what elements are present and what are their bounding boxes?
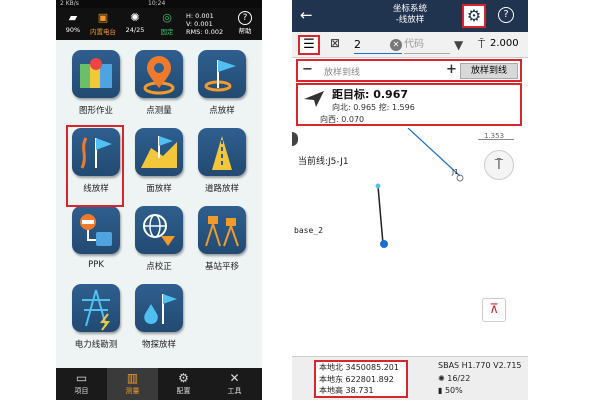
antenna-height[interactable]: 2.000 (490, 38, 519, 49)
nav-survey[interactable]: ▥ 测量 (107, 368, 158, 400)
tile-base-shift[interactable]: 基站平移 (192, 206, 252, 278)
code-input[interactable]: 代码 (404, 36, 450, 54)
tile-graphic-work[interactable]: 图形作业 (66, 50, 126, 122)
bottom-nav: ▭ 项目 ▥ 测量 ⚙ 配置 ✕ 工具 (56, 368, 262, 400)
area-icon (135, 128, 183, 176)
tile-geophysical-stakeout[interactable]: 物探放样 (129, 284, 189, 356)
tile-point-survey[interactable]: 点测量 (129, 50, 189, 122)
nav-config[interactable]: ⚙ 配置 (158, 368, 209, 400)
status-bar: 2 KB/s 10:24 (56, 0, 262, 8)
settings-button[interactable]: ⚙ (462, 4, 486, 28)
radio-button[interactable]: ▣ 内置电台 (86, 10, 120, 38)
flag-icon (198, 50, 246, 98)
stakeout-input[interactable]: 放样到线 (324, 65, 360, 78)
track-line (377, 185, 384, 245)
tile-ppk[interactable]: PPK (66, 206, 126, 278)
folder-icon: ▭ (75, 371, 88, 385)
satellite-button[interactable]: ✺ 24/25 (118, 10, 152, 38)
survey-icon: ▥ (126, 371, 139, 385)
road-icon (198, 128, 246, 176)
current-line-label: 当前线:J5-J1 (298, 157, 349, 167)
satellite-readout: ✺ 16/22 (438, 374, 471, 383)
nav-project[interactable]: ▭ 项目 (56, 368, 107, 400)
fix-icon: ◎ (162, 11, 172, 24)
local-east: 本地东 622801.892 (319, 374, 394, 384)
help-icon: ? (238, 11, 252, 25)
stake-icon: ⊼ (489, 302, 499, 317)
point-label-j1: J1 (452, 168, 459, 176)
satellite-icon: ✺ (130, 11, 140, 24)
tile-area-stakeout[interactable]: 面放样 (129, 128, 189, 200)
clock: 10:24 (148, 0, 166, 7)
north-dig-readout: 向北: 0.965 挖: 1.596 (332, 103, 415, 112)
gear-icon: ⚙ (178, 371, 189, 385)
stakeout-to-line-button[interactable]: 放样到线 (460, 63, 518, 79)
drop-flag-icon (135, 284, 183, 332)
power-tower-icon (72, 284, 120, 332)
menu-icon: ☰ (303, 37, 315, 52)
tile-road-stakeout[interactable]: 道路放样 (192, 128, 252, 200)
clear-icon[interactable]: ✕ (390, 39, 402, 51)
tile-powerline-survey[interactable]: 电力线勘测 (66, 284, 126, 356)
fix-status-button[interactable]: ◎ 固定 (150, 10, 184, 38)
point-name-input[interactable]: 2 ✕ (354, 36, 402, 54)
tripod-icon (198, 206, 246, 254)
help-icon: ? (503, 9, 509, 20)
stakeout-target-row: − 放样到线 + 放样到线 (296, 59, 522, 82)
battery-icon: ▮ (438, 386, 445, 395)
help-button[interactable]: ? 帮助 (228, 10, 262, 38)
location-pin-icon (135, 50, 183, 98)
sbas-readout: SBAS H1.770 V2.715 (438, 361, 522, 370)
tile-point-calibration[interactable]: 点校正 (129, 206, 189, 278)
west-readout: 向西: 0.070 (320, 115, 365, 124)
local-coords-box: 本地北 3450085.201 本地东 622801.892 本地高 38.73… (314, 360, 408, 398)
pole-button[interactable]: ⍑ (484, 150, 514, 180)
status-panel: 本地北 3450085.201 本地东 622801.892 本地高 38.73… (292, 356, 528, 400)
nav-tools[interactable]: ✕ 工具 (209, 368, 260, 400)
track-start-point (375, 183, 381, 189)
ppk-icon (72, 206, 120, 254)
pole-icon: ⍑ (494, 157, 504, 173)
precision-readout: H: 0.001 V: 0.001 RMS: 0.002 (186, 12, 224, 36)
pole-icon: ⍑ (478, 37, 486, 51)
page-title: 坐标系统 -线放样 (392, 4, 427, 25)
point-icon: ⊠ (330, 36, 341, 50)
current-position-marker (380, 240, 388, 248)
tool-row: ☰ ⊠ 2 ✕ 代码 ▼ ⍑ 2.000 (292, 32, 528, 58)
network-speed: 2 KB/s (60, 0, 79, 7)
tools-icon: ✕ (229, 371, 240, 385)
distance-to-target: 距目标: 0.967 (332, 88, 409, 101)
stakeout-point-button[interactable]: ⊼ (482, 298, 506, 322)
menu-button[interactable]: ☰ (298, 35, 320, 55)
gps-button[interactable]: ▰ 90% (56, 10, 90, 38)
top-toolbar: ▰ 90% ▣ 内置电台 ✺ 24/25 ◎ 固定 H: 0.001 V: 0.001 … (56, 8, 262, 40)
radio-icon: ▣ (97, 11, 109, 24)
left-phone-screen: 2 KB/s 10:24 ▰ 90% ▣ 内置电台 ✺ 24/25 ◎ 固定 H: 0.… (56, 0, 262, 400)
gps-icon: ▰ (68, 11, 78, 24)
gear-icon: ⚙ (466, 6, 482, 25)
map-icon (72, 50, 120, 98)
local-north: 本地北 3450085.201 (319, 363, 399, 372)
satellite-icon: ✺ (438, 374, 448, 383)
back-button[interactable]: ← (300, 6, 313, 24)
right-phone-screen: ← 坐标系统 -线放样 ⚙ ? ☰ ⊠ 2 ✕ 代码 ▼ ⍑ 2.000 − 放… (292, 0, 528, 400)
minus-button[interactable]: − (302, 62, 313, 77)
help-button[interactable]: ? (498, 7, 514, 23)
dropdown-icon[interactable]: ▼ (454, 38, 463, 52)
tile-point-stakeout[interactable]: 点放样 (192, 50, 252, 122)
target-info-panel: 距目标: 0.967 向北: 0.965 挖: 1.596 向西: 0.070 (296, 83, 522, 126)
local-height: 本地高 38.731 (319, 386, 374, 395)
header-bar: ← 坐标系统 -线放样 ⚙ ? (292, 0, 528, 32)
base-label: base_2 (294, 226, 323, 235)
globe-icon (135, 206, 183, 254)
battery-readout: ▮ 50% (438, 386, 463, 395)
plus-button[interactable]: + (446, 62, 457, 77)
highlight-line-stakeout (66, 125, 124, 207)
direction-arrow-icon (304, 91, 324, 107)
map-canvas[interactable]: 1.353 当前线:J5-J1 J1 base_2 ⍑ ⊼ (292, 128, 528, 356)
